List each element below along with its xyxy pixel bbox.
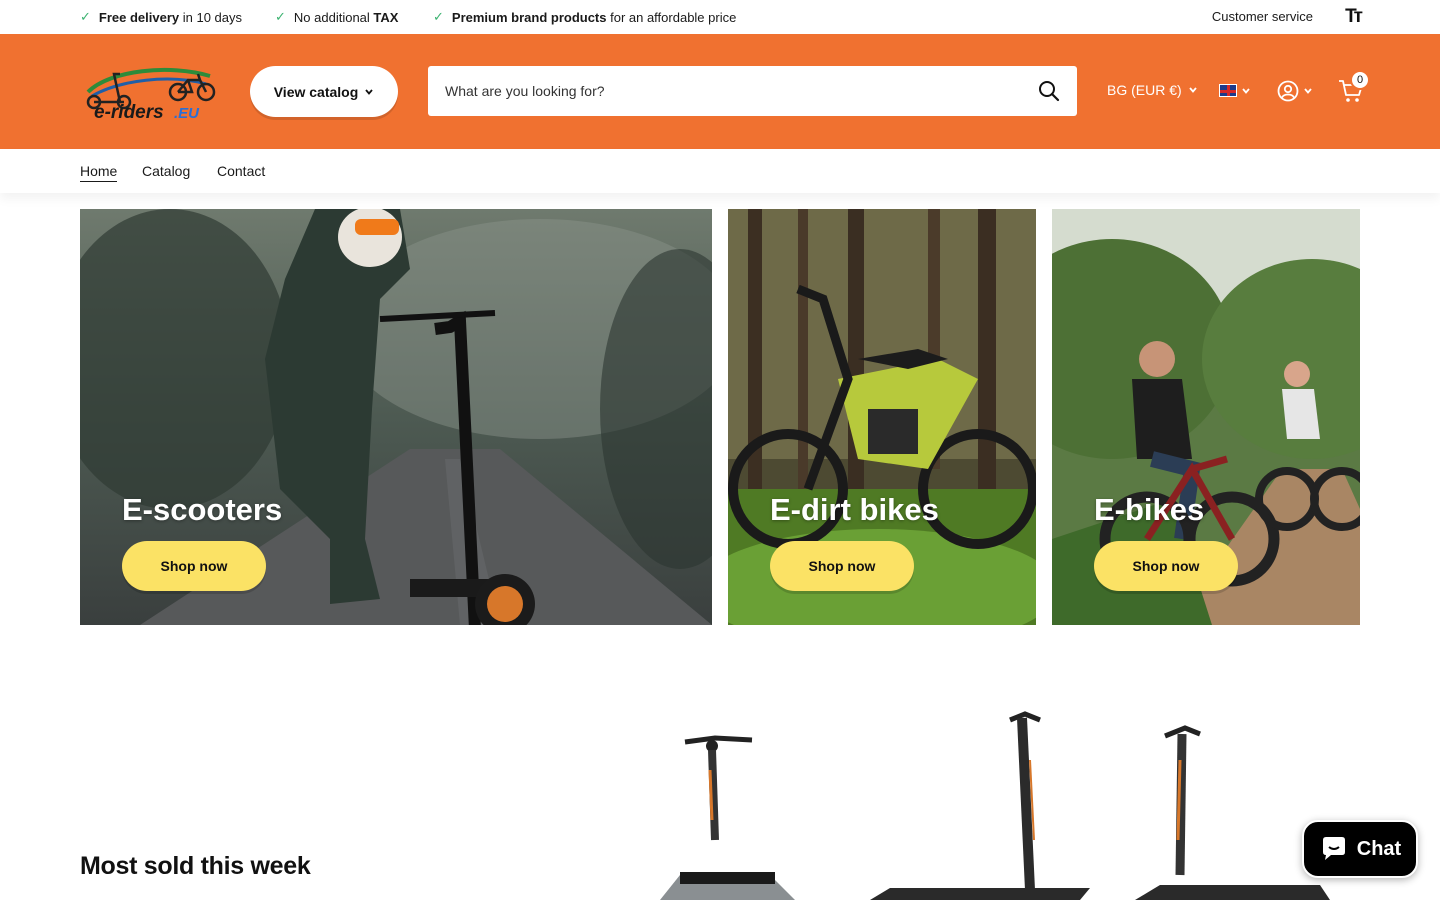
nav-item-catalog[interactable]: Catalog: [142, 163, 190, 179]
category-tile-e-scooters[interactable]: E-scooters Shop now: [80, 209, 712, 625]
logo-graphic: e-riders .EU: [86, 67, 216, 123]
site-header: e-riders .EU View catalog BG (EUR €): [0, 34, 1440, 149]
nav-item-contact[interactable]: Contact: [217, 163, 265, 179]
usp-bold: TAX: [373, 9, 399, 25]
main-nav: Home Catalog Contact: [0, 149, 1440, 193]
section-title: Most sold this week: [80, 852, 311, 880]
view-catalog-label: View catalog: [273, 83, 359, 100]
account-menu[interactable]: [1277, 80, 1313, 102]
chevron-down-icon: [365, 88, 373, 95]
product-images: [620, 700, 1360, 900]
uk-flag-icon: [1219, 84, 1237, 97]
tile-title: E-scooters: [122, 492, 283, 527]
shop-now-button[interactable]: Shop now: [770, 541, 914, 591]
customer-service-link[interactable]: Customer service: [1212, 9, 1313, 24]
search-icon[interactable]: [1037, 79, 1061, 103]
site-logo[interactable]: e-riders .EU: [80, 62, 220, 123]
category-tile-e-bikes[interactable]: E-bikes Shop now: [1052, 209, 1360, 625]
tile-title: E-dirt bikes: [770, 492, 939, 527]
chat-label: Chat: [1356, 837, 1402, 860]
search-bar: [428, 66, 1077, 116]
usp-premium-brands: ✓ Premium brand products for an affordab…: [433, 9, 736, 25]
tile-title: E-bikes: [1094, 492, 1205, 527]
language-selector[interactable]: [1219, 84, 1251, 97]
svg-text:.EU: .EU: [174, 105, 200, 122]
chevron-down-icon: [1242, 87, 1250, 94]
shop-now-button[interactable]: Shop now: [122, 541, 266, 591]
scooter-product-images: [660, 711, 1330, 900]
chevron-down-icon: [1189, 87, 1197, 93]
user-icon: [1277, 80, 1299, 102]
usp-bold: Premium brand products: [451, 9, 607, 25]
chevron-down-icon: [1304, 88, 1312, 94]
search-input[interactable]: [428, 66, 1008, 116]
usp-text: No additional: [293, 9, 374, 25]
nav-item-home[interactable]: Home: [80, 163, 118, 182]
text-size-icon[interactable]: Tт: [1345, 6, 1363, 28]
usp-text: for an affordable price: [606, 9, 737, 25]
usp-free-delivery: ✓ Free delivery in 10 days: [80, 9, 242, 25]
currency-label: BG (EUR €): [1107, 82, 1182, 98]
check-icon: ✓: [80, 9, 91, 24]
cart-count-badge: 0: [1350, 70, 1370, 90]
check-icon: ✓: [275, 9, 286, 24]
check-icon: ✓: [433, 9, 444, 24]
chat-button[interactable]: Chat: [1302, 820, 1418, 878]
usp-text: in 10 days: [179, 9, 242, 25]
view-catalog-button[interactable]: View catalog: [250, 66, 398, 117]
usp-no-tax: ✓ No additional TAX: [275, 9, 398, 25]
category-tile-e-dirt-bikes[interactable]: E-dirt bikes Shop now: [728, 209, 1036, 625]
currency-selector[interactable]: BG (EUR €): [1107, 82, 1198, 98]
svg-text:e-riders: e-riders: [94, 102, 164, 122]
usp-bar: ✓ Free delivery in 10 days ✓ No addition…: [0, 0, 1440, 34]
chat-bubble-icon: [1322, 837, 1345, 860]
shop-now-button[interactable]: Shop now: [1094, 541, 1238, 591]
usp-bold: Free delivery: [98, 9, 180, 25]
